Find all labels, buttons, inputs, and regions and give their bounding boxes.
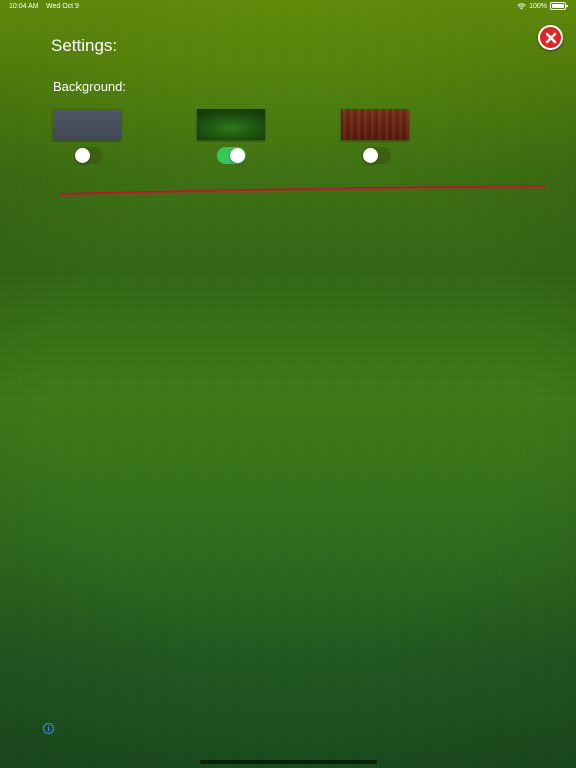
toggle-knob	[363, 148, 378, 163]
close-button[interactable]	[538, 25, 563, 50]
battery-icon	[550, 2, 568, 10]
close-icon	[545, 32, 556, 43]
background-label: Background:	[53, 79, 126, 94]
wifi-icon	[517, 2, 526, 9]
page-title: Settings:	[51, 36, 118, 55]
info-button[interactable]: i	[43, 723, 54, 734]
toggle-knob	[75, 148, 90, 163]
background-swatch-slate[interactable]	[53, 109, 121, 140]
status-time: 10:04 AM	[9, 3, 39, 10]
background-swatch-green[interactable]	[197, 109, 265, 140]
background-toggle-slate[interactable]	[74, 147, 103, 164]
toggle-knob	[230, 148, 245, 163]
divider-line	[60, 185, 545, 195]
background-toggle-wood[interactable]	[362, 147, 391, 164]
background-toggle-green[interactable]	[217, 147, 246, 164]
battery-percent: 100%	[529, 2, 547, 10]
background-swatch-wood[interactable]	[341, 109, 409, 140]
status-right: 100%	[517, 2, 568, 10]
status-bar: 10:04 AM Wed Oct 9 100%	[0, 0, 576, 14]
status-date: Wed Oct 9	[46, 3, 79, 10]
home-indicator	[200, 760, 377, 764]
